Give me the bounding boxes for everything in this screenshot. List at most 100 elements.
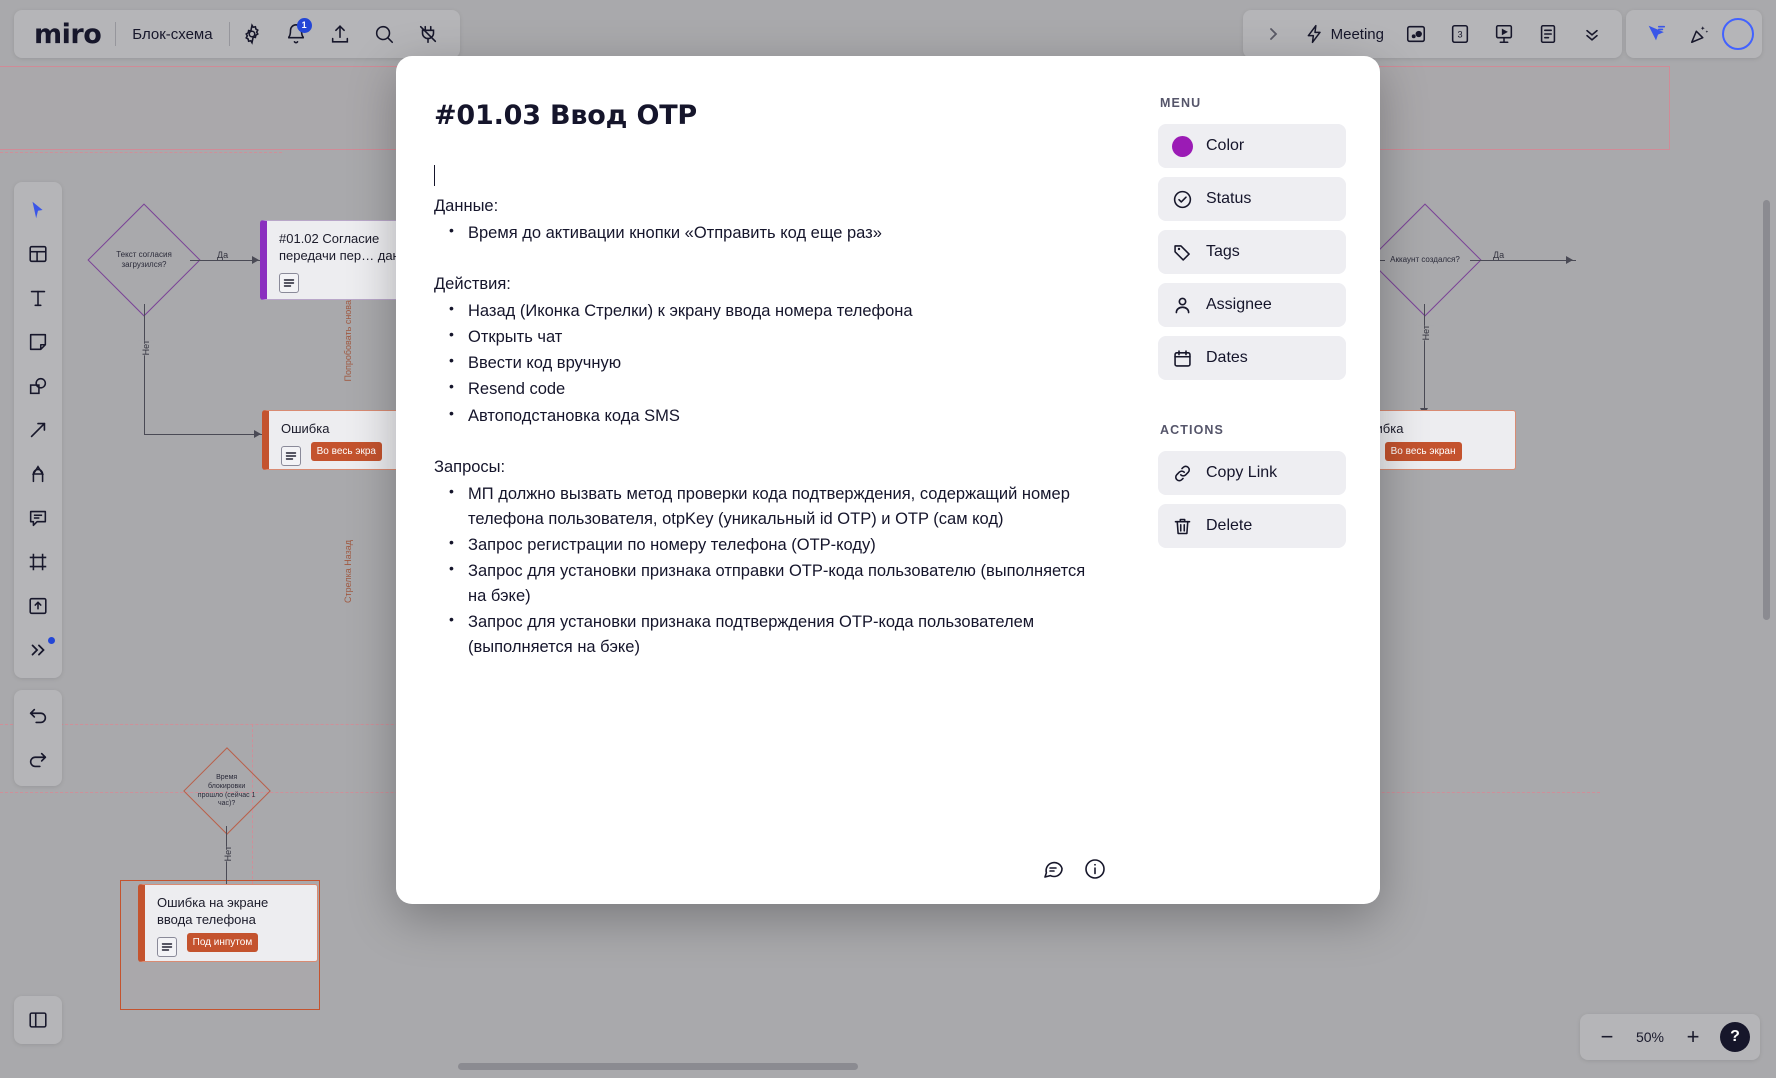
edge-right-down	[1424, 304, 1425, 414]
board-name[interactable]: Блок-схема	[116, 26, 228, 43]
modal-content-area: #01.03 Ввод OTP Данные: Время до активац…	[396, 56, 1148, 904]
check-circle-icon	[1172, 189, 1193, 210]
svg-text:3: 3	[1457, 30, 1462, 40]
text-tool[interactable]	[16, 276, 60, 320]
card-error-phone-input[interactable]: Ошибка на экране ввода телефона Под инпу…	[138, 884, 318, 962]
link-icon	[1172, 463, 1193, 484]
cursor-share-icon[interactable]	[1634, 12, 1678, 56]
pen-tool[interactable]	[16, 452, 60, 496]
meeting-button[interactable]: Meeting	[1295, 24, 1394, 44]
menu-item-label: Status	[1206, 190, 1252, 207]
connector-arrow-tool[interactable]	[16, 408, 60, 452]
edge-label-retry: Попробовать снова	[343, 300, 353, 382]
menu-item-dates[interactable]: Dates	[1158, 336, 1346, 380]
notes-icon[interactable]	[1526, 12, 1570, 56]
list-item: Resend code	[449, 376, 1108, 402]
card-error-phone-tag: Под инпутом	[186, 933, 259, 953]
list-item: МП должно вызвать метод проверки кода по…	[449, 481, 1108, 532]
top-toolbar-right: Meeting 3	[1242, 10, 1762, 58]
miro-logo[interactable]: miro	[24, 19, 115, 50]
templates-tool[interactable]	[16, 232, 60, 276]
section-heading-deystviya: Действия:	[434, 275, 511, 294]
menu-item-tags[interactable]: Tags	[1158, 230, 1346, 274]
screen-share-icon[interactable]	[1394, 12, 1438, 56]
page-title: #01.03 Ввод OTP	[434, 100, 698, 131]
description-icon	[157, 936, 177, 957]
sticky-note-tool[interactable]	[16, 320, 60, 364]
list-item: Запрос регистрации по номеру телефона (O…	[449, 532, 1108, 558]
chevron-double-down-icon[interactable]	[1570, 12, 1614, 56]
zoom-level-value[interactable]: 50%	[1628, 1029, 1672, 1045]
edge-consent-no	[144, 304, 145, 434]
section-heading-dannye: Данные:	[434, 197, 499, 215]
settings-gear-icon[interactable]	[230, 12, 274, 56]
color-swatch-icon	[1172, 135, 1193, 157]
list-item: Запрос для установки признака отправки O…	[449, 558, 1108, 609]
section-list-deystviya: Назад (Иконка Стрелки) к экрану ввода но…	[434, 298, 1108, 428]
description-editor[interactable]: Данные: Время до активации кнопки «Отпра…	[434, 165, 1108, 660]
left-toolbar	[14, 182, 62, 678]
decision-block-time-label: Время блокировки прошло (сейчас 1 час)?	[198, 773, 256, 807]
expand-chevron-icon[interactable]	[1251, 12, 1295, 56]
action-delete[interactable]: Delete	[1158, 504, 1346, 548]
more-tools[interactable]	[16, 628, 60, 672]
menu-item-status[interactable]: Status	[1158, 177, 1346, 221]
menu-heading: MENU	[1160, 96, 1202, 110]
help-button[interactable]: ?	[1720, 1022, 1750, 1052]
notification-badge: 1	[296, 18, 312, 33]
presentation-icon[interactable]	[1482, 12, 1526, 56]
horizontal-scrollbar[interactable]	[458, 1063, 858, 1070]
comment-tool[interactable]	[16, 496, 60, 540]
redo-button[interactable]	[16, 738, 60, 782]
comment-bubble-icon[interactable]	[1040, 856, 1066, 882]
edge-label-no-2: Нет	[1418, 325, 1434, 341]
list-item: Время до активации кнопки «Отправить код…	[449, 220, 1108, 246]
frame-tool[interactable]	[16, 540, 60, 584]
apps-plug-icon[interactable]	[406, 12, 450, 56]
list-item: Ввести код вручную	[449, 350, 1108, 376]
new-indicator-dot	[48, 637, 55, 644]
search-icon[interactable]	[362, 12, 406, 56]
decision-consent-text-label: Текст согласия загрузился?	[116, 250, 172, 269]
modal-footer-icons	[1040, 856, 1108, 882]
notifications-bell-icon[interactable]: 1	[274, 12, 318, 56]
menu-item-color[interactable]: Color	[1158, 124, 1346, 168]
modal-side-panel: MENU Color Status Tags Assignee Dates AC…	[1148, 56, 1380, 904]
info-circle-icon[interactable]	[1082, 856, 1108, 882]
edge-label-no-3: Нет	[220, 846, 236, 862]
calendar-icon	[1172, 348, 1193, 369]
card-error-right-tag: Во весь экран	[1384, 442, 1462, 462]
menu-item-assignee[interactable]: Assignee	[1158, 283, 1346, 327]
edge-consent-yes	[190, 260, 260, 261]
decision-account-exists[interactable]: Аккаунт создался?	[1368, 203, 1482, 317]
edge-consent-no-h	[144, 434, 262, 435]
card-error-left-tag: Во весь экра	[310, 442, 382, 462]
panel-toggle-button[interactable]	[14, 996, 62, 1044]
meeting-label: Meeting	[1330, 25, 1384, 43]
section-list-zaprosy: МП должно вызвать метод проверки кода по…	[434, 481, 1108, 661]
upload-tool[interactable]	[16, 584, 60, 628]
undo-button[interactable]	[16, 694, 60, 738]
upload-share-icon[interactable]	[318, 12, 362, 56]
action-copy-link[interactable]: Copy Link	[1158, 451, 1346, 495]
edge-label-back-arrow: Стрелка Назад	[343, 540, 353, 604]
select-cursor-tool[interactable]	[16, 188, 60, 232]
zoom-out-button[interactable]: −	[1590, 1020, 1624, 1054]
close-icon[interactable]	[1258, 84, 1288, 114]
user-avatar[interactable]	[1722, 18, 1754, 50]
description-icon	[279, 272, 299, 293]
arrowhead-consent-yes	[252, 256, 259, 264]
vertical-scrollbar[interactable]	[1763, 200, 1770, 620]
miro-board-app: Текст согласия загрузился? Да Нет #01.02…	[0, 0, 1776, 1078]
action-label: Copy Link	[1206, 464, 1278, 481]
decision-block-time[interactable]: Время блокировки прошло (сейчас 1 час)?	[183, 747, 271, 835]
shapes-tool[interactable]	[16, 364, 60, 408]
celebrate-icon[interactable]	[1678, 12, 1722, 56]
timer-icon[interactable]: 3	[1438, 12, 1482, 56]
frame-guide-1	[0, 152, 282, 153]
decision-consent-text[interactable]: Текст согласия загрузился?	[87, 203, 201, 317]
actions-heading: ACTIONS	[1160, 423, 1224, 437]
menu-item-label: Color	[1206, 137, 1245, 154]
zoom-in-button[interactable]: +	[1676, 1020, 1710, 1054]
